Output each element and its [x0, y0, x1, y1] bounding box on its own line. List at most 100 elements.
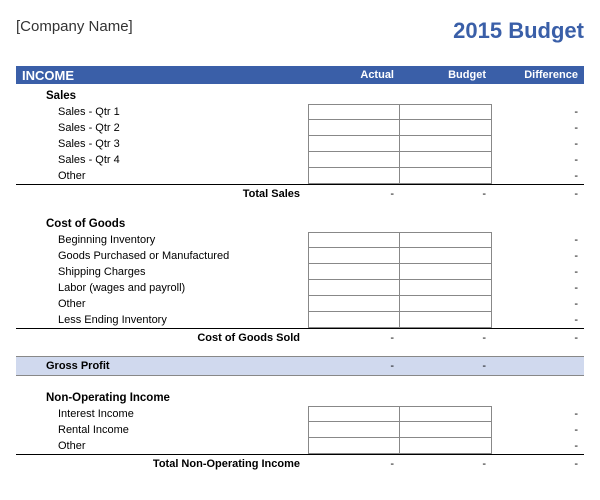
cell-budget[interactable] [400, 120, 492, 136]
cell-diff: - [492, 136, 584, 152]
cell-budget[interactable] [400, 152, 492, 168]
total-budget: - [400, 188, 492, 200]
nonop-total: Total Non-Operating Income - - - [16, 454, 584, 472]
cell-budget[interactable] [400, 264, 492, 280]
cell-budget[interactable] [400, 296, 492, 312]
cell-diff: - [492, 312, 584, 328]
gross-actual: - [308, 360, 400, 372]
cell-budget[interactable] [400, 312, 492, 328]
row-label: Goods Purchased or Manufactured [16, 248, 308, 264]
row-label: Less Ending Inventory [16, 312, 308, 328]
total-label: Total Sales [16, 188, 308, 200]
total-budget: - [400, 458, 492, 470]
cell-diff: - [492, 280, 584, 296]
total-label: Total Non-Operating Income [16, 458, 308, 470]
cogs-title: Cost of Goods [16, 218, 584, 230]
cell-budget[interactable] [400, 406, 492, 422]
cell-diff: - [492, 296, 584, 312]
gross-budget: - [400, 360, 492, 372]
cell-budget[interactable] [400, 168, 492, 184]
row-label: Interest Income [16, 406, 308, 422]
col-section: INCOME [16, 68, 308, 83]
cell-actual[interactable] [308, 406, 400, 422]
table-row: Interest Income - [16, 406, 584, 422]
cogs-total: Cost of Goods Sold - - - [16, 328, 584, 346]
col-budget: Budget [400, 69, 492, 81]
table-row: Sales - Qtr 1 - [16, 104, 584, 120]
cell-actual[interactable] [308, 264, 400, 280]
table-row: Sales - Qtr 2 - [16, 120, 584, 136]
cell-budget[interactable] [400, 422, 492, 438]
table-row: Less Ending Inventory - [16, 312, 584, 328]
table-row: Rental Income - [16, 422, 584, 438]
total-budget: - [400, 332, 492, 344]
col-difference: Difference [492, 69, 584, 81]
cell-actual[interactable] [308, 232, 400, 248]
cell-budget[interactable] [400, 438, 492, 454]
cell-budget[interactable] [400, 104, 492, 120]
page-title: 2015 Budget [453, 18, 584, 44]
gross-profit-row: Gross Profit - - [16, 356, 584, 376]
row-label: Sales - Qtr 3 [16, 136, 308, 152]
col-actual: Actual [308, 69, 400, 81]
cell-diff: - [492, 248, 584, 264]
row-label: Sales - Qtr 1 [16, 104, 308, 120]
row-label: Other [16, 296, 308, 312]
nonop-title: Non-Operating Income [16, 392, 584, 404]
row-label: Beginning Inventory [16, 232, 308, 248]
header: [Company Name] 2015 Budget [16, 18, 584, 44]
table-row: Labor (wages and payroll) - [16, 280, 584, 296]
table-row: Shipping Charges - [16, 264, 584, 280]
row-label: Labor (wages and payroll) [16, 280, 308, 296]
cell-budget[interactable] [400, 136, 492, 152]
row-label: Sales - Qtr 2 [16, 120, 308, 136]
cell-diff: - [492, 264, 584, 280]
table-row: Sales - Qtr 3 - [16, 136, 584, 152]
table-row: Other - [16, 168, 584, 184]
cell-actual[interactable] [308, 438, 400, 454]
cell-actual[interactable] [308, 136, 400, 152]
company-name: [Company Name] [16, 18, 133, 35]
total-label: Cost of Goods Sold [16, 332, 308, 344]
cell-diff: - [492, 120, 584, 136]
cell-diff: - [492, 232, 584, 248]
total-actual: - [308, 458, 400, 470]
cell-actual[interactable] [308, 168, 400, 184]
total-diff: - [492, 458, 584, 470]
gross-label: Gross Profit [16, 360, 308, 372]
cell-actual[interactable] [308, 248, 400, 264]
table-row: Other - [16, 438, 584, 454]
row-label: Rental Income [16, 422, 308, 438]
cell-actual[interactable] [308, 422, 400, 438]
row-label: Sales - Qtr 4 [16, 152, 308, 168]
row-label: Other [16, 438, 308, 454]
row-label: Shipping Charges [16, 264, 308, 280]
row-label: Other [16, 168, 308, 184]
table-row: Sales - Qtr 4 - [16, 152, 584, 168]
cell-diff: - [492, 152, 584, 168]
cell-diff: - [492, 168, 584, 184]
cell-actual[interactable] [308, 312, 400, 328]
cell-diff: - [492, 104, 584, 120]
total-diff: - [492, 188, 584, 200]
cell-diff: - [492, 422, 584, 438]
cell-budget[interactable] [400, 280, 492, 296]
sales-title: Sales [16, 90, 584, 102]
cell-actual[interactable] [308, 152, 400, 168]
cell-actual[interactable] [308, 296, 400, 312]
total-actual: - [308, 188, 400, 200]
cell-actual[interactable] [308, 120, 400, 136]
cell-diff: - [492, 438, 584, 454]
table-row: Goods Purchased or Manufactured - [16, 248, 584, 264]
total-diff: - [492, 332, 584, 344]
table-header: INCOME Actual Budget Difference [16, 66, 584, 84]
cell-actual[interactable] [308, 280, 400, 296]
cell-budget[interactable] [400, 232, 492, 248]
cell-budget[interactable] [400, 248, 492, 264]
table-row: Other - [16, 296, 584, 312]
total-actual: - [308, 332, 400, 344]
cell-diff: - [492, 406, 584, 422]
sales-total: Total Sales - - - [16, 184, 584, 202]
table-row: Beginning Inventory - [16, 232, 584, 248]
cell-actual[interactable] [308, 104, 400, 120]
